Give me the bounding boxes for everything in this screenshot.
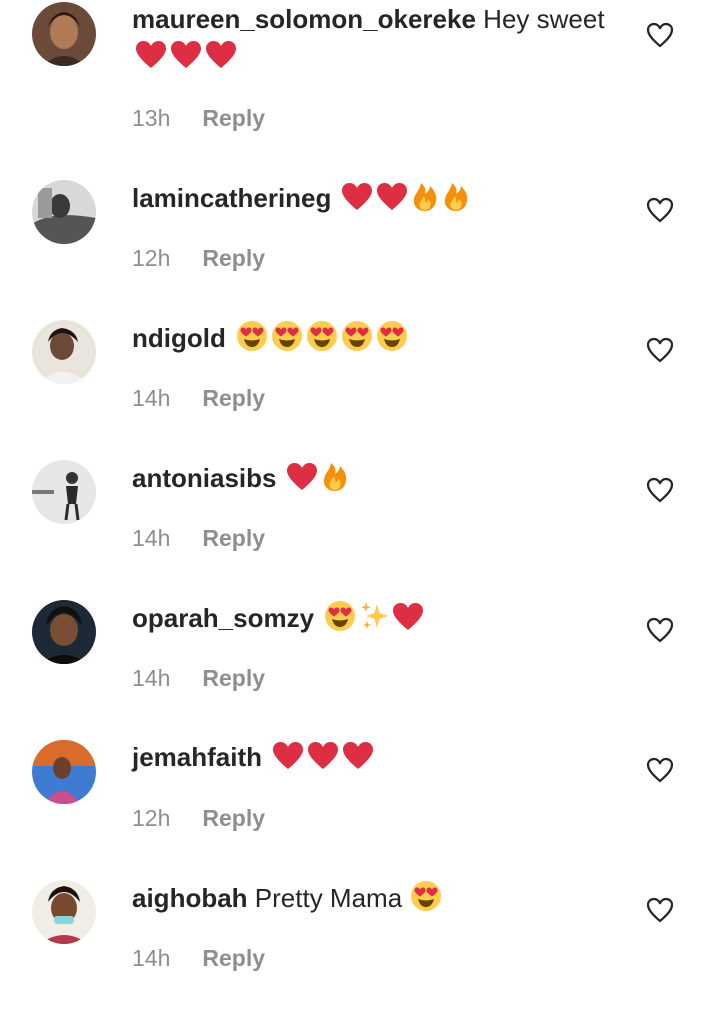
avatar[interactable] [32,600,96,664]
like-button[interactable] [646,337,674,363]
red-heart-emoji [307,741,339,771]
heart-eyes-emoji [306,320,338,352]
heart-eyes-emoji [324,600,356,632]
comment-meta: 12h Reply [132,805,265,832]
red-heart-emoji [272,741,304,771]
comment-message: Hey sweet [483,4,605,34]
avatar[interactable] [32,880,96,944]
comment-emoji-line [132,39,622,74]
like-button[interactable] [646,617,674,643]
reply-button[interactable]: Reply [202,105,265,131]
avatar-photo [32,2,96,66]
comment-item: lamincatherineg 12h Reply [0,176,720,316]
username-link[interactable]: ndigold [132,323,226,353]
heart-outline-icon [646,337,674,363]
username-link[interactable]: antoniasibs [132,463,276,493]
red-heart-emoji [376,182,408,212]
reply-button[interactable]: Reply [202,385,265,411]
timestamp: 14h [132,665,171,691]
comment-item: aighobah Pretty Mama 14h Reply [0,876,720,1016]
reply-button[interactable]: Reply [202,525,265,551]
reply-button[interactable]: Reply [202,665,265,691]
like-button[interactable] [646,757,674,783]
username-link[interactable]: oparah_somzy [132,603,314,633]
comment-item: jemahfaith 12h Reply [0,736,720,876]
comment-text: antoniasibs [132,460,622,496]
comment-item: ndigold 14h Reply [0,316,720,456]
timestamp: 12h [132,805,171,831]
avatar-photo [32,600,96,664]
avatar-photo [32,320,96,384]
username-link[interactable]: lamincatherineg [132,183,331,213]
red-heart-emoji [286,462,318,492]
like-button[interactable] [646,897,674,923]
heart-outline-icon [646,477,674,503]
red-heart-emoji [392,602,424,632]
red-heart-emoji [205,40,237,70]
avatar[interactable] [32,740,96,804]
fire-emoji [321,460,349,492]
timestamp: 14h [132,945,171,971]
red-heart-emoji [170,40,202,70]
comment-meta: 14h Reply [132,665,265,692]
comment-text: lamincatherineg [132,180,622,216]
avatar-photo [32,180,96,244]
like-button[interactable] [646,197,674,223]
comment-meta: 13h Reply [132,105,265,132]
comment-item: oparah_somzy 14h Reply [0,596,720,736]
fire-emoji [442,180,470,212]
heart-eyes-emoji [271,320,303,352]
comment-meta: 14h Reply [132,945,265,972]
avatar[interactable] [32,180,96,244]
red-heart-emoji [341,182,373,212]
sparkles-emoji [359,600,389,632]
red-heart-emoji [342,741,374,771]
avatar[interactable] [32,460,96,524]
avatar[interactable] [32,2,96,66]
avatar[interactable] [32,320,96,384]
comment-item: maureen_solomon_okereke Hey sweet 13h Re… [0,0,720,136]
comment-item: antoniasibs 14h Reply [0,456,720,596]
username-link[interactable]: jemahfaith [132,742,262,772]
fire-emoji [411,180,439,212]
heart-eyes-emoji [410,880,442,912]
avatar-photo [32,880,96,944]
comment-text: jemahfaith [132,740,622,775]
comment-text: aighobah Pretty Mama [132,880,622,916]
timestamp: 14h [132,385,171,411]
red-heart-emoji [135,40,167,70]
timestamp: 14h [132,525,171,551]
heart-outline-icon [646,197,674,223]
username-link[interactable]: maureen_solomon_okereke [132,4,476,34]
username-link[interactable]: aighobah [132,883,248,913]
avatar-photo [32,460,96,524]
reply-button[interactable]: Reply [202,805,265,831]
heart-outline-icon [646,897,674,923]
heart-eyes-emoji [341,320,373,352]
comment-text: ndigold [132,320,622,356]
reply-button[interactable]: Reply [202,245,265,271]
timestamp: 12h [132,245,171,271]
heart-eyes-emoji [236,320,268,352]
reply-button[interactable]: Reply [202,945,265,971]
heart-outline-icon [646,757,674,783]
heart-eyes-emoji [376,320,408,352]
like-button[interactable] [646,477,674,503]
like-button[interactable] [646,22,674,48]
avatar-photo [32,740,96,804]
heart-outline-icon [646,22,674,48]
comment-meta: 12h Reply [132,245,265,272]
comment-text: maureen_solomon_okereke Hey sweet [132,2,622,37]
comment-meta: 14h Reply [132,385,265,412]
comment-message: Pretty Mama [254,883,403,913]
heart-outline-icon [646,617,674,643]
comment-meta: 14h Reply [132,525,265,552]
timestamp: 13h [132,105,171,131]
comment-text: oparah_somzy [132,600,622,636]
